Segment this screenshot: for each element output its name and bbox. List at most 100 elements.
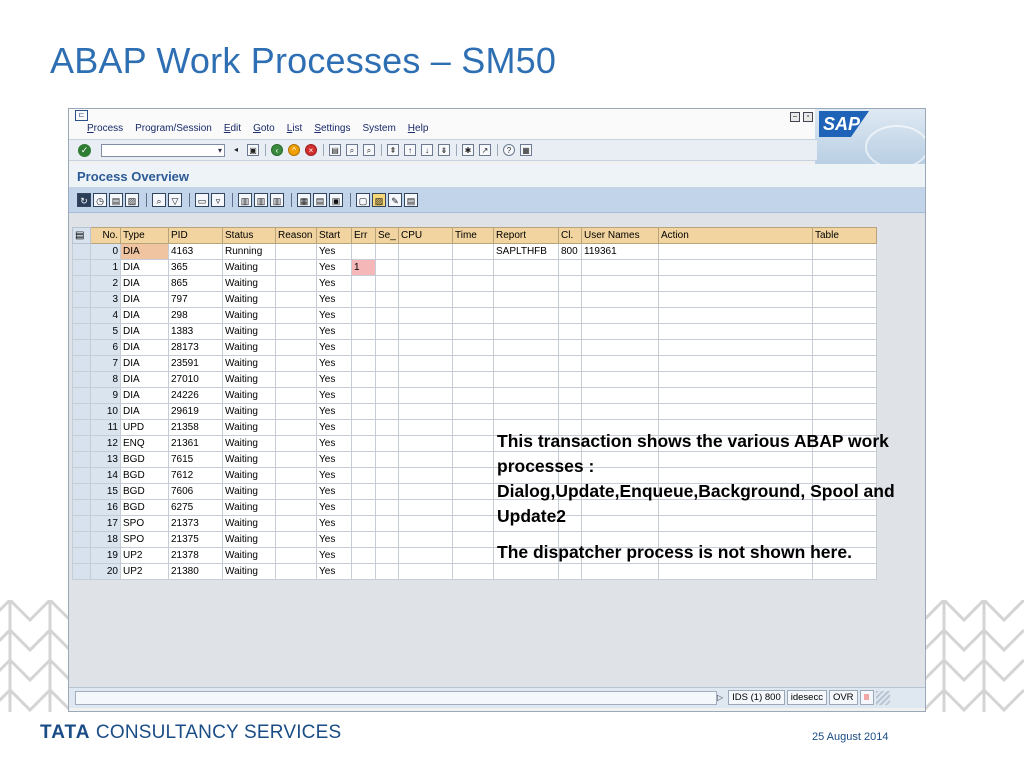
- previous-page-icon[interactable]: ↑: [404, 144, 416, 156]
- row-selector[interactable]: [72, 259, 91, 276]
- menu-item[interactable]: List: [287, 123, 303, 134]
- table-row[interactable]: 8 DIA 27010 Waiting Yes: [72, 371, 877, 388]
- dropdown-icon[interactable]: ▾: [218, 146, 222, 155]
- cancel-icon[interactable]: ×: [305, 144, 317, 156]
- row-selector[interactable]: [72, 275, 91, 292]
- row-selector[interactable]: [72, 291, 91, 308]
- row-selector[interactable]: [72, 563, 91, 580]
- layout-icon[interactable]: ▦: [297, 193, 311, 207]
- print-preview-icon[interactable]: ▭: [195, 193, 209, 207]
- sum-icon[interactable]: ▿: [211, 193, 225, 207]
- row-selector[interactable]: [72, 515, 91, 532]
- row-selector[interactable]: [72, 435, 91, 452]
- column-header[interactable]: Action: [658, 227, 813, 244]
- column-header[interactable]: Err: [351, 227, 376, 244]
- column-header[interactable]: PID: [168, 227, 223, 244]
- table-row[interactable]: 9 DIA 24226 Waiting Yes: [72, 387, 877, 404]
- maximize-icon[interactable]: ▫: [803, 112, 813, 122]
- row-selector[interactable]: [72, 499, 91, 516]
- delete-session-icon[interactable]: ▨: [372, 193, 386, 207]
- enter-icon[interactable]: ✓: [78, 143, 91, 157]
- row-selector[interactable]: [72, 323, 91, 340]
- first-page-icon[interactable]: ⇞: [387, 144, 399, 156]
- shortcut-icon[interactable]: ↗: [479, 144, 491, 156]
- last-page-icon[interactable]: ⇟: [438, 144, 450, 156]
- column-header[interactable]: Se_: [375, 227, 399, 244]
- column-header[interactable]: Cl.: [558, 227, 582, 244]
- search-icon[interactable]: ⌕: [152, 193, 166, 207]
- command-field[interactable]: ▾: [101, 143, 225, 157]
- column-header[interactable]: CPU: [398, 227, 453, 244]
- row-selector[interactable]: [72, 419, 91, 436]
- find-next-icon[interactable]: ⌕: [363, 144, 375, 156]
- table-row[interactable]: 2 DIA 865 Waiting Yes: [72, 275, 877, 292]
- column-header[interactable]: Type: [120, 227, 169, 244]
- table-row[interactable]: 7 DIA 23591 Waiting Yes: [72, 355, 877, 372]
- clock-icon[interactable]: ◷: [93, 193, 107, 207]
- table-row[interactable]: 0 DIA 4163 Running Yes SAPLTHFB 800 119361: [72, 243, 877, 260]
- table-row[interactable]: 4 DIA 298 Waiting Yes: [72, 307, 877, 324]
- row-selector[interactable]: [72, 371, 91, 388]
- choose-layout-icon[interactable]: ▤: [313, 193, 327, 207]
- word-processing-icon[interactable]: ▥: [270, 193, 284, 207]
- table-row[interactable]: 10 DIA 29619 Waiting Yes: [72, 403, 877, 420]
- status-mode[interactable]: OVR: [828, 690, 858, 705]
- table-row[interactable]: 3 DIA 797 Waiting Yes: [72, 291, 877, 308]
- status-expand-icon[interactable]: ▷: [717, 693, 723, 702]
- column-header[interactable]: Time: [452, 227, 494, 244]
- minimize-icon[interactable]: –: [790, 112, 800, 122]
- layout-menu-icon[interactable]: ▦: [520, 144, 532, 156]
- column-header[interactable]: Start: [316, 227, 352, 244]
- calculator-icon[interactable]: ▤: [404, 193, 418, 207]
- menu-item[interactable]: Edit: [224, 123, 241, 134]
- row-selector[interactable]: [72, 243, 91, 260]
- status-system[interactable]: IDS (1) 800: [728, 690, 785, 705]
- row-selector[interactable]: [72, 531, 91, 548]
- row-selector[interactable]: [72, 547, 91, 564]
- spreadsheet-icon[interactable]: ▥: [254, 193, 268, 207]
- cancel-process-icon[interactable]: ▢: [356, 193, 370, 207]
- find-icon[interactable]: ⌕: [346, 144, 358, 156]
- table-row[interactable]: 5 DIA 1383 Waiting Yes: [72, 323, 877, 340]
- back-icon[interactable]: ‹: [271, 144, 283, 156]
- system-menu-icon[interactable]: ⊏: [75, 110, 88, 121]
- row-selector[interactable]: [72, 387, 91, 404]
- menu-item[interactable]: Help: [408, 123, 429, 134]
- table-row[interactable]: 6 DIA 28173 Waiting Yes: [72, 339, 877, 356]
- column-header[interactable]: No.: [90, 227, 121, 244]
- exit-icon[interactable]: ^: [288, 144, 300, 156]
- row-selector[interactable]: [72, 307, 91, 324]
- row-selector[interactable]: [72, 355, 91, 372]
- column-header[interactable]: Reason: [275, 227, 317, 244]
- menu-item[interactable]: Settings: [314, 123, 350, 134]
- print-icon[interactable]: ▤: [329, 144, 341, 156]
- export-icon[interactable]: ▥: [238, 193, 252, 207]
- next-page-icon[interactable]: ↓: [421, 144, 433, 156]
- save-icon[interactable]: ▣: [247, 144, 259, 156]
- details-icon[interactable]: ▤: [109, 193, 123, 207]
- resize-grip-icon[interactable]: [875, 690, 890, 705]
- save-layout-icon[interactable]: ▣: [329, 193, 343, 207]
- menu-item[interactable]: System: [362, 123, 395, 134]
- back-arrow-icon[interactable]: ◂: [230, 144, 242, 156]
- column-header[interactable]: User Names: [581, 227, 659, 244]
- filter-icon[interactable]: ▽: [168, 193, 182, 207]
- column-header[interactable]: Report: [493, 227, 559, 244]
- refresh-icon[interactable]: ↻: [77, 193, 91, 207]
- table-row[interactable]: 1 DIA 365 Waiting Yes 1: [72, 259, 877, 276]
- row-selector[interactable]: [72, 403, 91, 420]
- debug-icon[interactable]: ▨: [125, 193, 139, 207]
- menu-item[interactable]: Process: [87, 123, 123, 134]
- row-selector[interactable]: [72, 451, 91, 468]
- column-header[interactable]: Table: [812, 227, 877, 244]
- menu-item[interactable]: Program/Session: [135, 123, 212, 134]
- edit-icon[interactable]: ✎: [388, 193, 402, 207]
- row-selector[interactable]: [72, 483, 91, 500]
- create-session-icon[interactable]: ✱: [462, 144, 474, 156]
- menu-item[interactable]: Goto: [253, 123, 275, 134]
- row-selector[interactable]: [72, 339, 91, 356]
- help-icon[interactable]: ?: [503, 144, 515, 156]
- column-header[interactable]: Status: [222, 227, 276, 244]
- select-all-icon[interactable]: ▤: [72, 227, 91, 244]
- row-selector[interactable]: [72, 467, 91, 484]
